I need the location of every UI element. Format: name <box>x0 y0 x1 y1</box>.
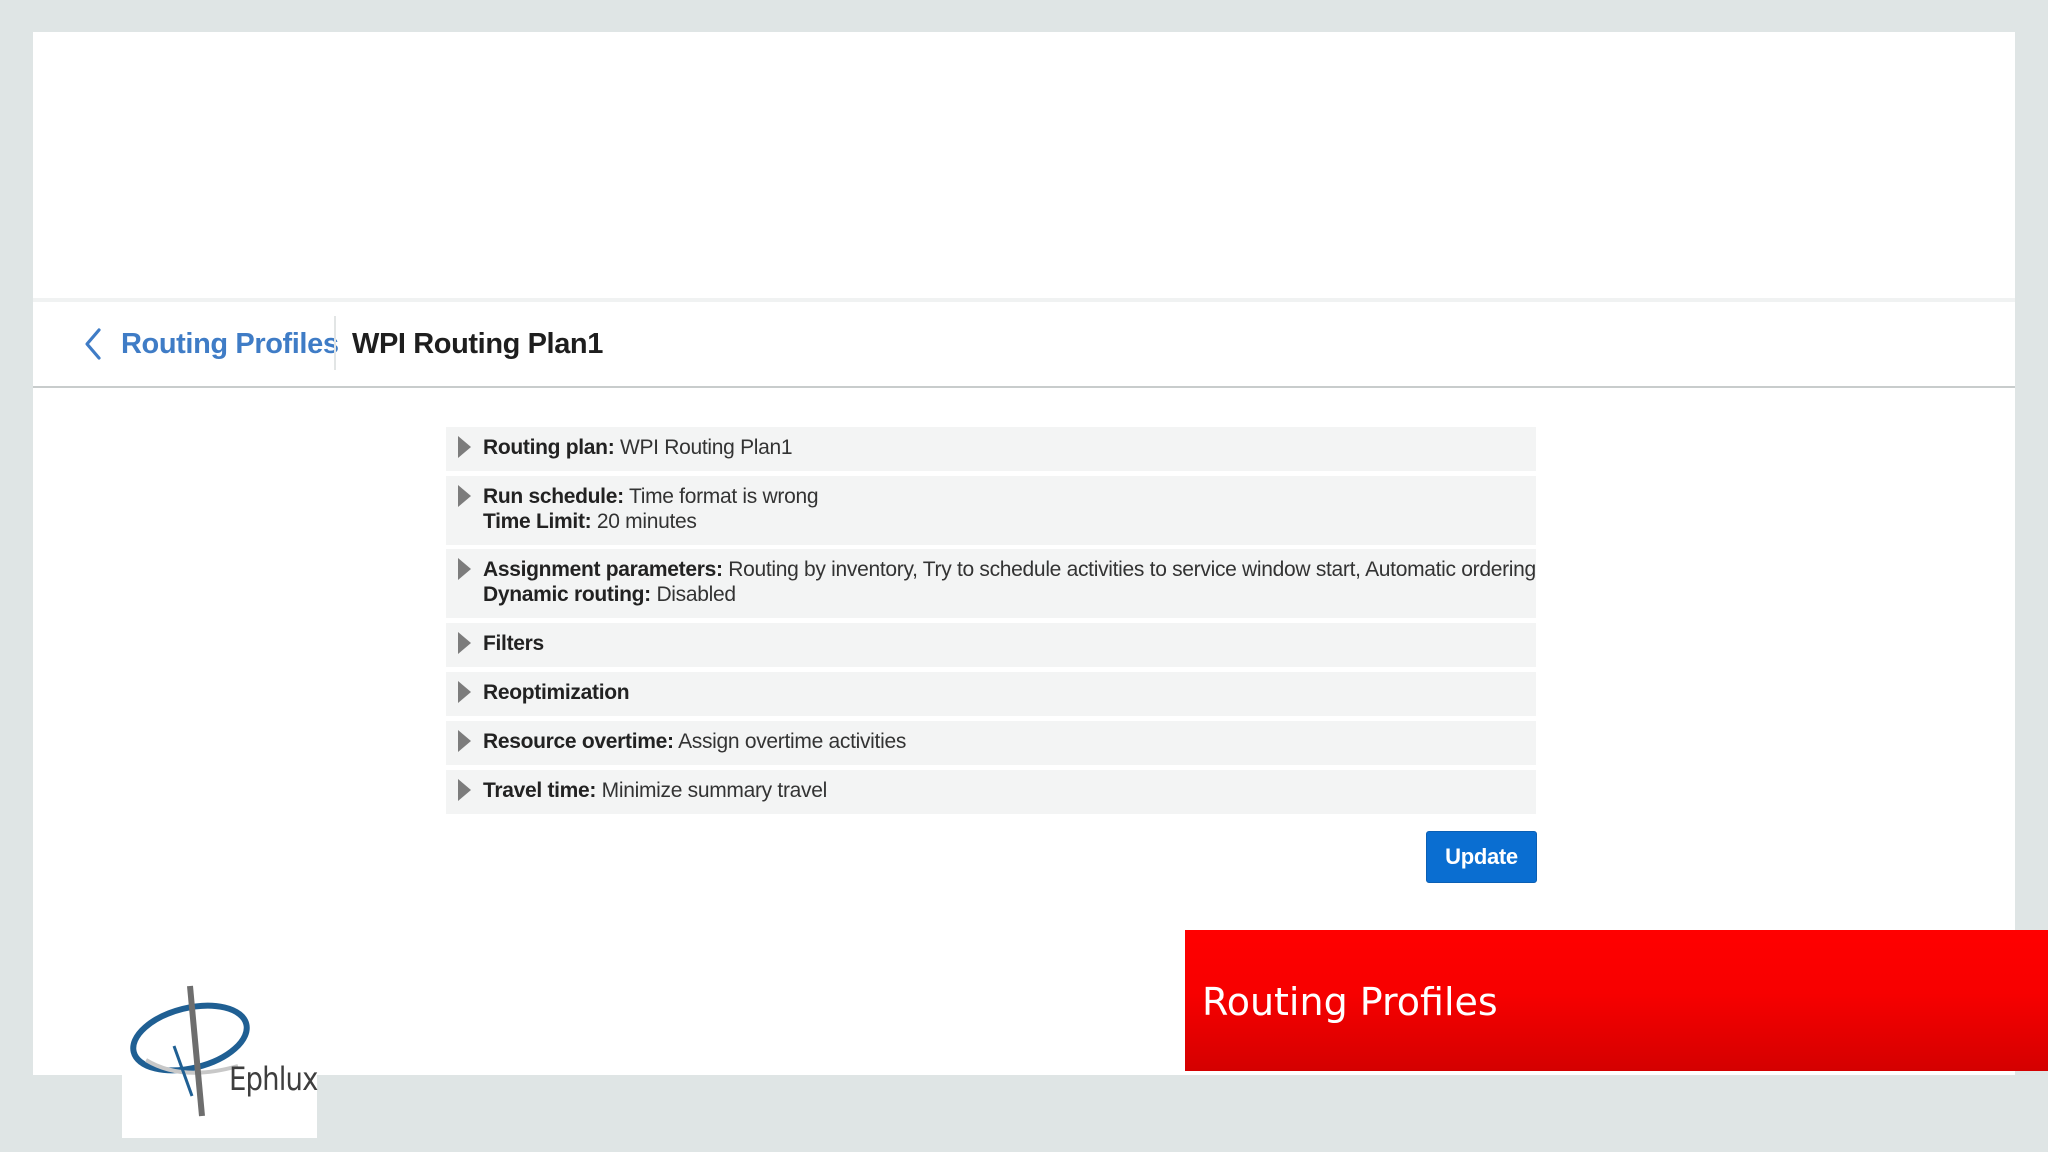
logo-mark-icon <box>130 985 250 1117</box>
section-label: Travel time: <box>483 779 597 802</box>
section-label: Run schedule: <box>483 485 624 508</box>
expand-triangle-icon[interactable] <box>458 681 471 703</box>
section-value: Time format is wrong <box>628 485 819 508</box>
logo-wordmark: Ephlux <box>229 1060 318 1098</box>
expand-triangle-icon[interactable] <box>458 779 471 801</box>
section-label: Reoptimization <box>483 681 630 704</box>
section-value: 20 minutes <box>596 510 697 533</box>
section-label: Filters <box>483 632 544 655</box>
section-value: WPI Routing Plan1 <box>619 436 793 459</box>
section-value: Disabled <box>656 583 736 606</box>
page-title: WPI Routing Plan1 <box>352 328 603 360</box>
section-label: Time Limit: <box>483 510 592 533</box>
expand-triangle-icon[interactable] <box>458 558 471 580</box>
breadcrumb: Routing Profiles WPI Routing Plan1 <box>33 302 2015 388</box>
expand-triangle-icon[interactable] <box>458 485 471 507</box>
section-label: Resource overtime: <box>483 730 674 753</box>
update-button[interactable]: Update <box>1426 831 1537 883</box>
section-reoptimization[interactable]: Reoptimization <box>446 672 1536 716</box>
section-resource-overtime[interactable]: Resource overtime: Assign overtime activ… <box>446 721 1536 765</box>
expand-triangle-icon[interactable] <box>458 436 471 458</box>
section-travel-time[interactable]: Travel time: Minimize summary travel <box>446 770 1536 814</box>
ephlux-logo: Ephlux <box>122 968 318 1138</box>
section-label: Routing plan: <box>483 436 615 459</box>
slide-title-banner: Routing Profiles <box>1185 930 2048 1071</box>
section-label: Assignment parameters: <box>483 558 723 581</box>
expand-triangle-icon[interactable] <box>458 632 471 654</box>
banner-title: Routing Profiles <box>1202 980 1498 1024</box>
section-label: Dynamic routing: <box>483 583 651 606</box>
section-routing-plan[interactable]: Routing plan: WPI Routing Plan1 <box>446 427 1536 471</box>
section-value: Minimize summary travel <box>601 779 828 802</box>
section-filters[interactable]: Filters <box>446 623 1536 667</box>
breadcrumb-link-routing-profiles[interactable]: Routing Profiles <box>121 326 339 362</box>
expand-triangle-icon[interactable] <box>458 730 471 752</box>
chevron-left-icon[interactable] <box>79 324 109 364</box>
section-assignment-parameters[interactable]: Assignment parameters: Routing by invent… <box>446 549 1536 618</box>
section-value: Assign overtime activities <box>678 730 907 753</box>
app-header-area <box>33 32 2015 302</box>
breadcrumb-divider <box>334 316 336 370</box>
section-value: Routing by inventory, Try to schedule ac… <box>728 558 1536 581</box>
section-run-schedule[interactable]: Run schedule: Time format is wrong Time … <box>446 476 1536 545</box>
